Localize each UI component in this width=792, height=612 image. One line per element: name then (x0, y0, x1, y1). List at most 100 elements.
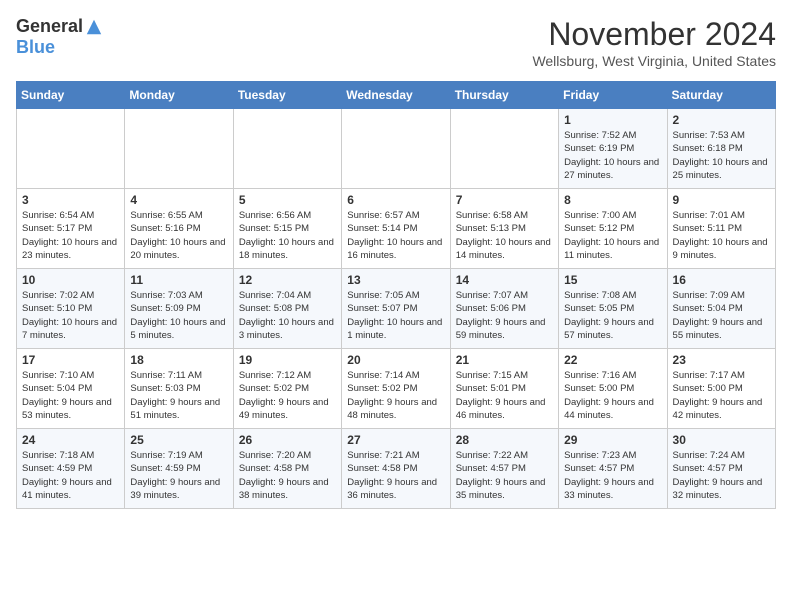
weekday-header-sunday: Sunday (17, 82, 125, 109)
day-number: 10 (22, 273, 119, 287)
title-block: November 2024 Wellsburg, West Virginia, … (532, 16, 776, 69)
day-number: 21 (456, 353, 553, 367)
calendar-cell: 4 Sunrise: 6:55 AM Sunset: 5:16 PM Daylig… (125, 189, 233, 269)
logo-general-text: General (16, 16, 83, 37)
calendar-cell: 27 Sunrise: 7:21 AM Sunset: 4:58 PM Dayli… (342, 429, 450, 509)
day-number: 25 (130, 433, 227, 447)
day-number: 20 (347, 353, 444, 367)
calendar-body: 1 Sunrise: 7:52 AM Sunset: 6:19 PM Daylig… (17, 109, 776, 509)
day-info: Sunrise: 7:23 AM Sunset: 4:57 PM Dayligh… (564, 449, 661, 502)
day-info: Sunrise: 7:22 AM Sunset: 4:57 PM Dayligh… (456, 449, 553, 502)
day-info: Sunrise: 7:09 AM Sunset: 5:04 PM Dayligh… (673, 289, 770, 342)
day-number: 26 (239, 433, 336, 447)
calendar-week-5: 24 Sunrise: 7:18 AM Sunset: 4:59 PM Dayli… (17, 429, 776, 509)
day-number: 27 (347, 433, 444, 447)
calendar-header: SundayMondayTuesdayWednesdayThursdayFrid… (17, 82, 776, 109)
day-info: Sunrise: 7:24 AM Sunset: 4:57 PM Dayligh… (673, 449, 770, 502)
calendar-cell: 29 Sunrise: 7:23 AM Sunset: 4:57 PM Dayli… (559, 429, 667, 509)
day-info: Sunrise: 6:57 AM Sunset: 5:14 PM Dayligh… (347, 209, 444, 262)
day-info: Sunrise: 7:20 AM Sunset: 4:58 PM Dayligh… (239, 449, 336, 502)
day-number: 12 (239, 273, 336, 287)
day-info: Sunrise: 7:14 AM Sunset: 5:02 PM Dayligh… (347, 369, 444, 422)
logo-blue-text: Blue (16, 37, 55, 58)
day-info: Sunrise: 7:15 AM Sunset: 5:01 PM Dayligh… (456, 369, 553, 422)
calendar-cell (450, 109, 558, 189)
calendar-cell: 21 Sunrise: 7:15 AM Sunset: 5:01 PM Dayli… (450, 349, 558, 429)
day-number: 22 (564, 353, 661, 367)
location-text: Wellsburg, West Virginia, United States (532, 53, 776, 69)
calendar-week-2: 3 Sunrise: 6:54 AM Sunset: 5:17 PM Daylig… (17, 189, 776, 269)
logo: General Blue (16, 16, 103, 58)
calendar-cell: 16Sunrise: 7:09 AM Sunset: 5:04 PM Dayli… (667, 269, 775, 349)
day-number: 8 (564, 193, 661, 207)
weekday-header-monday: Monday (125, 82, 233, 109)
calendar-cell: 30 Sunrise: 7:24 AM Sunset: 4:57 PM Dayli… (667, 429, 775, 509)
day-info: Sunrise: 7:17 AM Sunset: 5:00 PM Dayligh… (673, 369, 770, 422)
weekday-header-wednesday: Wednesday (342, 82, 450, 109)
page-header: General Blue November 2024 Wellsburg, We… (16, 16, 776, 69)
calendar-cell: 28 Sunrise: 7:22 AM Sunset: 4:57 PM Dayli… (450, 429, 558, 509)
day-info: Sunrise: 7:18 AM Sunset: 4:59 PM Dayligh… (22, 449, 119, 502)
calendar-cell: 8 Sunrise: 7:00 AM Sunset: 5:12 PM Daylig… (559, 189, 667, 269)
calendar-cell: 23Sunrise: 7:17 AM Sunset: 5:00 PM Dayli… (667, 349, 775, 429)
day-number: 30 (673, 433, 770, 447)
calendar-cell: 12 Sunrise: 7:04 AM Sunset: 5:08 PM Dayli… (233, 269, 341, 349)
day-number: 2 (673, 113, 770, 127)
calendar-cell: 2Sunrise: 7:53 AM Sunset: 6:18 PM Daylig… (667, 109, 775, 189)
day-number: 4 (130, 193, 227, 207)
day-info: Sunrise: 7:52 AM Sunset: 6:19 PM Dayligh… (564, 129, 661, 182)
calendar-cell: 20 Sunrise: 7:14 AM Sunset: 5:02 PM Dayli… (342, 349, 450, 429)
weekday-header-thursday: Thursday (450, 82, 558, 109)
day-number: 7 (456, 193, 553, 207)
calendar-cell (17, 109, 125, 189)
weekday-header-saturday: Saturday (667, 82, 775, 109)
calendar-cell: 13Sunrise: 7:05 AM Sunset: 5:07 PM Dayli… (342, 269, 450, 349)
calendar-cell: 11 Sunrise: 7:03 AM Sunset: 5:09 PM Dayli… (125, 269, 233, 349)
day-number: 3 (22, 193, 119, 207)
day-info: Sunrise: 7:03 AM Sunset: 5:09 PM Dayligh… (130, 289, 227, 342)
day-info: Sunrise: 6:58 AM Sunset: 5:13 PM Dayligh… (456, 209, 553, 262)
day-number: 1 (564, 113, 661, 127)
calendar-cell: 3 Sunrise: 6:54 AM Sunset: 5:17 PM Daylig… (17, 189, 125, 269)
day-info: Sunrise: 7:08 AM Sunset: 5:05 PM Dayligh… (564, 289, 661, 342)
calendar-table: SundayMondayTuesdayWednesdayThursdayFrid… (16, 81, 776, 509)
day-number: 28 (456, 433, 553, 447)
day-info: Sunrise: 7:12 AM Sunset: 5:02 PM Dayligh… (239, 369, 336, 422)
calendar-cell: 9 Sunrise: 7:01 AM Sunset: 5:11 PM Daylig… (667, 189, 775, 269)
day-number: 5 (239, 193, 336, 207)
day-info: Sunrise: 7:11 AM Sunset: 5:03 PM Dayligh… (130, 369, 227, 422)
month-title: November 2024 (532, 16, 776, 53)
day-number: 11 (130, 273, 227, 287)
day-info: Sunrise: 6:54 AM Sunset: 5:17 PM Dayligh… (22, 209, 119, 262)
day-info: Sunrise: 7:00 AM Sunset: 5:12 PM Dayligh… (564, 209, 661, 262)
day-info: Sunrise: 7:04 AM Sunset: 5:08 PM Dayligh… (239, 289, 336, 342)
day-number: 29 (564, 433, 661, 447)
day-info: Sunrise: 7:10 AM Sunset: 5:04 PM Dayligh… (22, 369, 119, 422)
day-number: 24 (22, 433, 119, 447)
day-info: Sunrise: 7:21 AM Sunset: 4:58 PM Dayligh… (347, 449, 444, 502)
day-number: 9 (673, 193, 770, 207)
calendar-cell (233, 109, 341, 189)
calendar-cell: 14Sunrise: 7:07 AM Sunset: 5:06 PM Dayli… (450, 269, 558, 349)
calendar-cell: 10Sunrise: 7:02 AM Sunset: 5:10 PM Dayli… (17, 269, 125, 349)
calendar-cell (125, 109, 233, 189)
day-number: 14 (456, 273, 553, 287)
day-number: 13 (347, 273, 444, 287)
day-info: Sunrise: 7:19 AM Sunset: 4:59 PM Dayligh… (130, 449, 227, 502)
calendar-cell: 15 Sunrise: 7:08 AM Sunset: 5:05 PM Dayli… (559, 269, 667, 349)
calendar-cell (342, 109, 450, 189)
calendar-cell: 17Sunrise: 7:10 AM Sunset: 5:04 PM Dayli… (17, 349, 125, 429)
day-number: 6 (347, 193, 444, 207)
day-info: Sunrise: 6:56 AM Sunset: 5:15 PM Dayligh… (239, 209, 336, 262)
weekday-header-friday: Friday (559, 82, 667, 109)
calendar-cell: 22 Sunrise: 7:16 AM Sunset: 5:00 PM Dayli… (559, 349, 667, 429)
calendar-week-4: 17Sunrise: 7:10 AM Sunset: 5:04 PM Dayli… (17, 349, 776, 429)
day-info: Sunrise: 7:16 AM Sunset: 5:00 PM Dayligh… (564, 369, 661, 422)
day-number: 15 (564, 273, 661, 287)
day-number: 18 (130, 353, 227, 367)
calendar-week-1: 1 Sunrise: 7:52 AM Sunset: 6:19 PM Daylig… (17, 109, 776, 189)
day-info: Sunrise: 7:01 AM Sunset: 5:11 PM Dayligh… (673, 209, 770, 262)
logo-icon (85, 18, 103, 36)
calendar-cell: 18 Sunrise: 7:11 AM Sunset: 5:03 PM Dayli… (125, 349, 233, 429)
day-info: Sunrise: 6:55 AM Sunset: 5:16 PM Dayligh… (130, 209, 227, 262)
